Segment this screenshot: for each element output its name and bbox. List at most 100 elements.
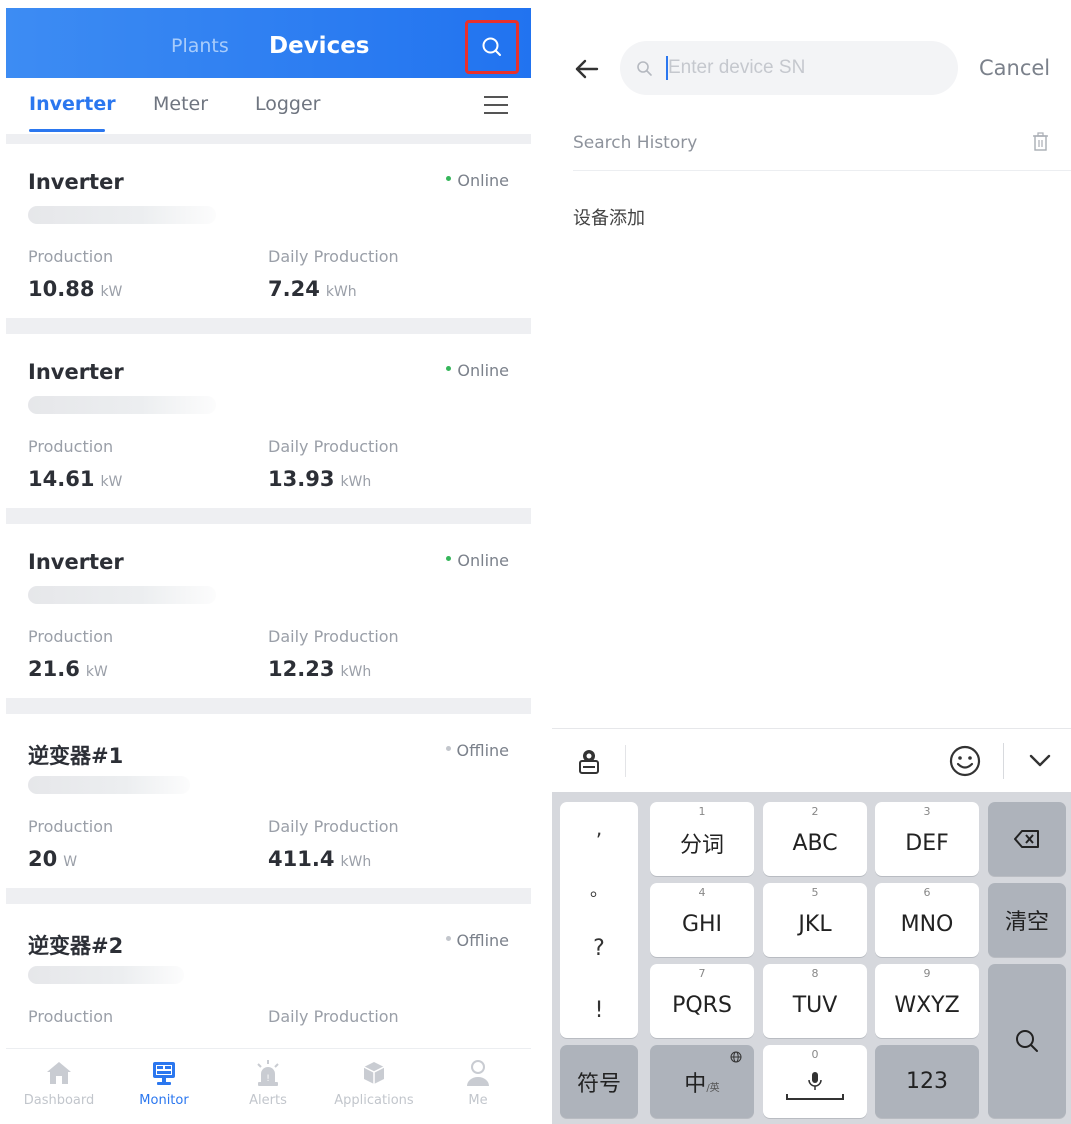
key-3[interactable]: 3 DEF <box>875 802 979 876</box>
tab-plants[interactable]: Plants <box>171 35 229 57</box>
history-item[interactable]: 设备添加 <box>573 204 645 230</box>
device-card[interactable]: Inverter Online Production Daily Product… <box>6 334 531 508</box>
device-name: 逆变器#2 <box>28 934 124 958</box>
home-icon <box>47 1062 71 1084</box>
daily-production-label: Daily Production <box>268 817 399 836</box>
back-arrow-icon[interactable] <box>574 56 600 82</box>
toolbar-separator <box>1003 743 1004 779</box>
search-button[interactable] <box>465 20 519 74</box>
punct-question[interactable]: ? <box>560 936 638 961</box>
device-sn-redacted <box>28 966 184 984</box>
device-name: Inverter <box>28 170 124 194</box>
trash-icon[interactable] <box>1032 132 1049 152</box>
production-label: Production <box>28 627 114 646</box>
device-sn-redacted <box>28 206 216 224</box>
key-5[interactable]: 5 JKL <box>763 883 867 957</box>
nav-alerts[interactable]: ! Alerts <box>218 1057 318 1108</box>
search-icon <box>637 61 652 76</box>
microphone-icon <box>808 1071 822 1090</box>
hamburger-menu-icon[interactable] <box>484 96 508 116</box>
device-search-screen: Cancel Search History 设备添加 , <box>552 0 1071 1124</box>
status-badge: Offline <box>445 931 509 950</box>
key-2[interactable]: 2 ABC <box>763 802 867 876</box>
cancel-button[interactable]: Cancel <box>979 56 1050 80</box>
daily-production-value: 13.93 kWh <box>268 467 372 491</box>
numeric-keyboard-key[interactable]: 123 <box>875 1045 979 1118</box>
tab-meter[interactable]: Meter <box>153 93 208 115</box>
chevron-down-icon[interactable] <box>1028 753 1052 769</box>
alarm-light-icon: ! <box>257 1060 279 1086</box>
production-value: 21.6 kW <box>28 657 108 681</box>
tab-logger[interactable]: Logger <box>255 93 321 115</box>
search-icon <box>482 37 501 56</box>
search-history-title: Search History <box>573 133 698 153</box>
keyboard-toolbar <box>552 728 1071 792</box>
symbol-key[interactable]: 符号 <box>560 1045 638 1118</box>
backspace-key[interactable] <box>988 802 1066 876</box>
tab-inverter[interactable]: Inverter <box>29 93 116 115</box>
punctuation-column[interactable]: , 。 ? ! <box>560 802 638 1038</box>
cube-icon <box>363 1062 385 1084</box>
punct-period[interactable]: 。 <box>560 876 638 902</box>
offline-dot-icon <box>445 936 451 941</box>
device-name: 逆变器#1 <box>28 744 124 768</box>
online-dot-icon <box>446 366 452 371</box>
device-sn-input[interactable] <box>668 53 938 83</box>
device-list-screen: Plants Devices Inverter Meter Logger Inv… <box>6 8 531 1120</box>
key-8[interactable]: 8 TUV <box>763 964 867 1038</box>
language-switch-key[interactable]: 中/英 <box>650 1045 754 1118</box>
nav-applications[interactable]: Applications <box>324 1057 424 1108</box>
svg-text:!: ! <box>266 1074 270 1084</box>
globe-icon <box>730 1051 742 1063</box>
monitor-icon <box>153 1062 175 1085</box>
key-9[interactable]: 9 WXYZ <box>875 964 979 1038</box>
key-7[interactable]: 7 PQRS <box>650 964 754 1038</box>
production-label: Production <box>28 1007 114 1026</box>
status-badge: Online <box>446 171 509 190</box>
search-field[interactable] <box>620 41 958 95</box>
key-1[interactable]: 1 分词 <box>650 802 754 876</box>
search-enter-key[interactable] <box>988 964 1066 1118</box>
production-label: Production <box>28 817 114 836</box>
key-4[interactable]: 4 GHI <box>650 883 754 957</box>
device-name: Inverter <box>28 360 124 384</box>
device-card[interactable]: 逆变器#1 Offline Production Daily Productio… <box>6 714 531 888</box>
status-badge: Online <box>446 551 509 570</box>
search-icon <box>1016 1030 1038 1052</box>
nav-dashboard[interactable]: Dashboard <box>9 1057 109 1108</box>
divider <box>573 170 1071 171</box>
space-bar-icon <box>786 1093 844 1100</box>
space-key[interactable]: 0 <box>763 1045 867 1118</box>
status-badge: Online <box>446 361 509 380</box>
daily-production-label: Daily Production <box>268 1007 399 1026</box>
emoji-icon[interactable] <box>948 744 982 778</box>
top-bar: Plants Devices <box>6 8 531 78</box>
device-sn-redacted <box>28 396 216 414</box>
daily-production-label: Daily Production <box>268 437 399 456</box>
daily-production-label: Daily Production <box>268 247 399 266</box>
device-card[interactable]: Inverter Online Production Daily Product… <box>6 524 531 698</box>
tab-devices[interactable]: Devices <box>269 33 370 59</box>
device-sn-redacted <box>28 776 190 794</box>
status-badge: Offline <box>445 741 509 760</box>
secure-input-icon[interactable] <box>576 747 606 777</box>
production-value: 14.61 kW <box>28 467 123 491</box>
device-type-tabs: Inverter Meter Logger <box>6 78 531 134</box>
punct-comma[interactable]: , <box>560 816 638 840</box>
online-dot-icon <box>446 176 452 181</box>
nav-monitor[interactable]: Monitor <box>114 1057 214 1108</box>
punct-exclaim[interactable]: ! <box>560 998 638 1023</box>
clear-key[interactable]: 清空 <box>988 883 1066 957</box>
key-6[interactable]: 6 MNO <box>875 883 979 957</box>
production-label: Production <box>28 247 114 266</box>
daily-production-value: 12.23 kWh <box>268 657 372 681</box>
daily-production-label: Daily Production <box>268 627 399 646</box>
backspace-icon <box>1014 830 1039 848</box>
nav-me[interactable]: Me <box>428 1057 528 1108</box>
toolbar-separator <box>625 745 626 777</box>
active-tab-indicator <box>29 129 105 132</box>
production-label: Production <box>28 437 114 456</box>
offline-dot-icon <box>445 746 451 751</box>
device-card[interactable]: Inverter Online Production Daily Product… <box>6 144 531 318</box>
daily-production-value: 411.4 kWh <box>268 847 372 871</box>
